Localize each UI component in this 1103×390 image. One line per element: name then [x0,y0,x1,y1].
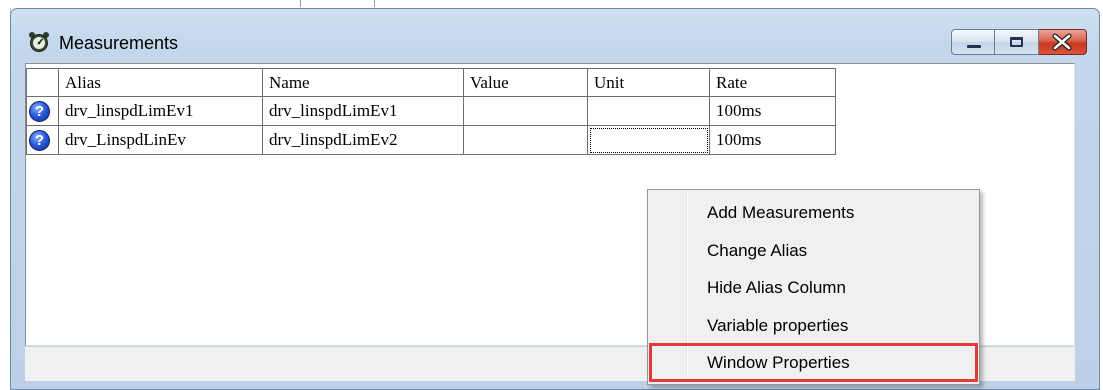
close-icon [1052,33,1072,51]
help-icon: ? [29,101,50,122]
name-cell[interactable]: drv_linspdLimEv1 [263,97,464,126]
header-indicator-cell [26,68,59,97]
value-cell[interactable] [464,126,588,155]
close-button[interactable] [1039,29,1087,55]
background-divider [300,0,301,7]
minimize-button[interactable] [951,29,995,55]
background-app-strip [0,0,1103,8]
row-status-cell: ? [26,126,59,155]
measurements-grid: Alias Name Value Unit Rate ? drv_linspdL… [26,68,836,155]
row-status-cell: ? [26,97,59,126]
window-title: Measurements [59,33,179,53]
rate-cell[interactable]: 100ms [710,126,836,155]
column-header-value[interactable]: Value [464,68,588,97]
menu-item-variable-properties[interactable]: Variable properties [651,308,976,343]
menu-item-hide-alias-column[interactable]: Hide Alias Column [651,270,976,305]
alias-cell[interactable]: drv_linspdLimEv1 [59,97,263,126]
maximize-icon [1010,37,1023,47]
column-header-unit[interactable]: Unit [588,68,710,97]
alias-cell[interactable]: drv_LinspdLinEv [59,126,263,155]
column-header-name[interactable]: Name [263,68,464,97]
caption-buttons [951,29,1087,55]
measurement-gauge-icon [29,32,49,52]
background-divider [374,0,375,7]
unit-cell[interactable] [588,126,710,155]
maximize-button[interactable] [995,29,1039,55]
grid-header: Alias Name Value Unit Rate [26,68,836,97]
name-cell[interactable]: drv_linspdLimEv2 [263,126,464,155]
minimize-icon [967,45,981,48]
column-header-alias[interactable]: Alias [59,68,263,97]
unit-cell[interactable] [588,97,710,126]
menu-item-change-alias[interactable]: Change Alias [651,233,976,268]
help-icon: ? [29,130,50,151]
menu-item-add-measurements[interactable]: Add Measurements [651,195,976,230]
title-bar[interactable]: Measurements [11,9,1099,65]
rate-cell[interactable]: 100ms [710,97,836,126]
menu-item-window-properties[interactable]: Window Properties [649,343,978,382]
column-header-rate[interactable]: Rate [710,68,836,97]
table-row[interactable]: ? drv_linspdLimEv1 drv_linspdLimEv1 100m… [26,97,836,126]
table-row[interactable]: ? drv_LinspdLinEv drv_linspdLimEv2 100ms [26,126,836,155]
value-cell[interactable] [464,97,588,126]
context-menu: Add Measurements Change Alias Hide Alias… [647,189,980,385]
